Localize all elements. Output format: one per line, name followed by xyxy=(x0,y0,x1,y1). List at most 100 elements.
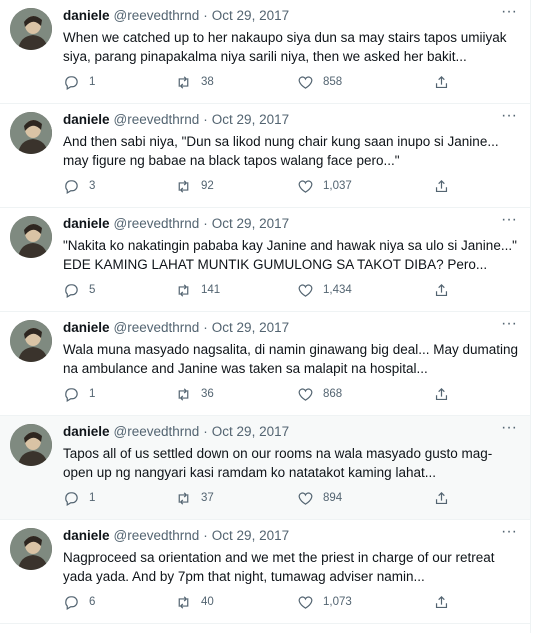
tweet[interactable]: daniele @reevedthrnd · Oct 29, 2017 Nagp… xyxy=(0,520,530,624)
reply-button[interactable]: 1 xyxy=(63,74,175,91)
retweet-icon xyxy=(178,387,189,401)
separator-dot: · xyxy=(203,111,208,127)
avatar[interactable] xyxy=(10,8,52,50)
reply-button[interactable]: 6 xyxy=(63,594,175,611)
reply-button[interactable]: 1 xyxy=(63,490,175,507)
display-name[interactable]: daniele xyxy=(63,8,110,23)
tweet[interactable]: daniele @reevedthrnd · Oct 29, 2017 Wala… xyxy=(0,312,530,416)
share-button[interactable] xyxy=(433,490,450,507)
reply-count: 5 xyxy=(89,284,96,296)
retweet-button[interactable]: 38 xyxy=(175,74,297,91)
like-button[interactable]: 858 xyxy=(297,74,433,91)
retweet-count: 40 xyxy=(201,596,214,608)
tweet-text: Tapos all of us settled down on our room… xyxy=(63,446,493,480)
heart-icon xyxy=(298,180,313,193)
tweet-header: daniele @reevedthrnd · Oct 29, 2017 xyxy=(63,110,520,128)
reply-button[interactable]: 5 xyxy=(63,282,175,299)
like-button[interactable]: 1,434 xyxy=(297,282,433,299)
retweet-count: 37 xyxy=(201,492,214,504)
share-icon xyxy=(435,387,448,400)
retweet-button[interactable]: 141 xyxy=(175,282,297,299)
display-name[interactable]: daniele xyxy=(63,112,110,127)
display-name[interactable]: daniele xyxy=(63,320,110,335)
tweet[interactable]: daniele @reevedthrnd · Oct 29, 2017 "Nak… xyxy=(0,208,530,312)
reply-icon xyxy=(65,283,78,298)
separator-dot: · xyxy=(203,319,208,335)
display-name[interactable]: daniele xyxy=(63,528,110,543)
share-button[interactable] xyxy=(433,178,450,195)
tweet-actions: 5 141 1,434 xyxy=(63,280,453,300)
like-button[interactable]: 868 xyxy=(297,386,433,403)
tweet[interactable]: daniele @reevedthrnd · Oct 29, 2017 When… xyxy=(0,0,530,104)
tweet-actions: 6 40 1,073 xyxy=(63,592,453,612)
tweet-date[interactable]: Oct 29, 2017 xyxy=(212,112,289,127)
tweet-actions: 3 92 1,037 xyxy=(63,176,453,196)
retweet-button[interactable]: 92 xyxy=(175,178,297,195)
separator-dot: · xyxy=(203,423,208,439)
heart-icon xyxy=(298,76,313,89)
heart-icon xyxy=(298,596,313,609)
retweet-icon xyxy=(178,75,189,89)
avatar[interactable] xyxy=(10,112,52,154)
tweet-text: Wala muna masyado nagsalita, di namin gi… xyxy=(63,342,522,376)
tweet-text: Nagproceed sa orientation and we met the… xyxy=(63,550,499,584)
tweet-thread: daniele @reevedthrnd · Oct 29, 2017 When… xyxy=(0,0,531,633)
tweet[interactable]: daniele @reevedthrnd · Oct 29, 2017 And … xyxy=(0,104,530,208)
tweet-date[interactable]: Oct 29, 2017 xyxy=(212,528,289,543)
like-button[interactable]: 1,073 xyxy=(297,594,433,611)
user-handle[interactable]: @reevedthrnd xyxy=(114,8,200,23)
display-name[interactable]: daniele xyxy=(63,424,110,439)
reply-icon xyxy=(65,491,78,506)
like-count: 868 xyxy=(323,388,343,400)
share-button[interactable] xyxy=(433,282,450,299)
share-button[interactable] xyxy=(433,386,450,403)
tweet-header: daniele @reevedthrnd · Oct 29, 2017 xyxy=(63,526,520,544)
more-icon[interactable]: ··· xyxy=(500,524,518,541)
tweet-date[interactable]: Oct 29, 2017 xyxy=(212,8,289,23)
like-button[interactable]: 1,037 xyxy=(297,178,433,195)
user-handle[interactable]: @reevedthrnd xyxy=(114,320,200,335)
retweet-button[interactable]: 37 xyxy=(175,490,297,507)
reply-button[interactable]: 3 xyxy=(63,178,175,195)
like-button[interactable]: 894 xyxy=(297,490,433,507)
more-icon[interactable]: ··· xyxy=(500,420,518,437)
avatar[interactable] xyxy=(10,320,52,362)
retweet-button[interactable]: 36 xyxy=(175,386,297,403)
share-button[interactable] xyxy=(433,594,450,611)
like-count: 858 xyxy=(323,76,343,88)
share-button[interactable] xyxy=(433,74,450,91)
tweet-header: daniele @reevedthrnd · Oct 29, 2017 xyxy=(63,422,520,440)
separator-dot: · xyxy=(203,7,208,23)
tweet-date[interactable]: Oct 29, 2017 xyxy=(212,424,289,439)
separator-dot: · xyxy=(203,215,208,231)
reply-button[interactable]: 1 xyxy=(63,386,175,403)
share-icon xyxy=(435,595,448,608)
retweet-button[interactable]: 40 xyxy=(175,594,297,611)
tweet-date[interactable]: Oct 29, 2017 xyxy=(212,216,289,231)
more-icon[interactable]: ··· xyxy=(500,316,518,333)
share-icon xyxy=(435,75,448,88)
user-handle[interactable]: @reevedthrnd xyxy=(114,216,200,231)
share-icon xyxy=(435,491,448,504)
avatar[interactable] xyxy=(10,528,52,570)
more-icon[interactable]: ··· xyxy=(500,108,518,125)
heart-icon xyxy=(298,492,313,505)
more-icon[interactable]: ··· xyxy=(500,4,518,21)
tweet[interactable]: daniele @reevedthrnd · Oct 29, 2017 Tapo… xyxy=(0,416,530,520)
user-handle[interactable]: @reevedthrnd xyxy=(114,528,200,543)
retweet-count: 36 xyxy=(201,388,214,400)
user-handle[interactable]: @reevedthrnd xyxy=(114,112,200,127)
avatar[interactable] xyxy=(10,424,52,466)
tweet-actions: 1 36 868 xyxy=(63,384,453,404)
tweet-date[interactable]: Oct 29, 2017 xyxy=(212,320,289,335)
avatar[interactable] xyxy=(10,216,52,258)
user-handle[interactable]: @reevedthrnd xyxy=(114,424,200,439)
more-icon[interactable]: ··· xyxy=(500,212,518,229)
display-name[interactable]: daniele xyxy=(63,216,110,231)
retweet-count: 141 xyxy=(201,284,221,296)
retweet-icon xyxy=(178,179,189,193)
reply-icon xyxy=(65,387,78,402)
tweet-header: daniele @reevedthrnd · Oct 29, 2017 xyxy=(63,6,520,24)
tweet-header: daniele @reevedthrnd · Oct 29, 2017 xyxy=(63,318,520,336)
retweet-icon xyxy=(178,595,189,609)
